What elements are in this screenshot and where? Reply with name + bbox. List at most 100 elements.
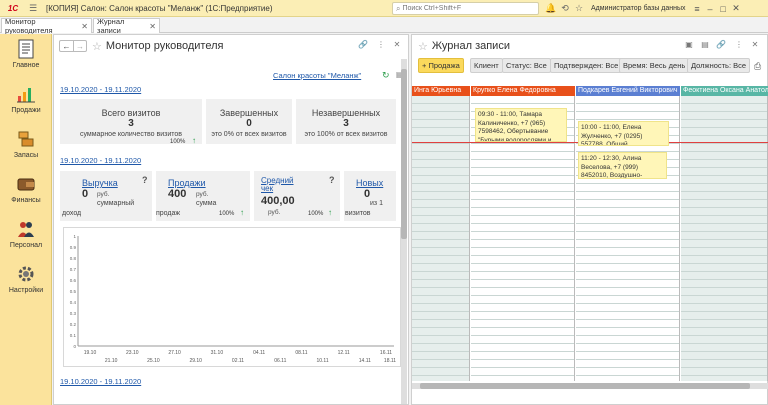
period-link[interactable]: 19.10.2020 - 19.11.2020 (60, 85, 141, 94)
close-tab-icon[interactable]: ✕ (149, 22, 156, 31)
print-icon[interactable]: ⎙ (754, 61, 761, 72)
column-header[interactable]: Крупко Елена Федоровна (471, 86, 575, 96)
column-header[interactable]: Инга Юрьевна (412, 86, 470, 96)
card-unit: руб. (196, 191, 209, 198)
back-icon[interactable]: ← (60, 41, 73, 51)
search-box[interactable]: ⌕ (392, 2, 539, 15)
completed-visits-card: Завершенных 0 это 0% от всех визитов (206, 99, 292, 144)
link-icon[interactable]: 🔗 (716, 40, 726, 49)
sidebar-item-sales[interactable]: Продажи (0, 84, 52, 124)
tab-monitor[interactable]: Монитор руководителя ✕ (1, 17, 92, 35)
settings-menu-icon[interactable]: ≡ (691, 0, 704, 17)
page-title: Монитор руководителя (105, 40, 224, 52)
card-subtitle: из 1 (370, 200, 383, 207)
more-icon[interactable]: ⋮ (734, 40, 744, 49)
close-icon[interactable]: ✕ (750, 40, 760, 49)
salon-link[interactable]: Салон красоты "Меланж" (273, 71, 361, 80)
x-tick-label: 18.11 (384, 358, 396, 364)
appointment-card[interactable]: 09:30 - 11:00, Тамара Калиниченко, +7 (9… (475, 108, 567, 142)
x-tick-label: 10.11 (316, 358, 328, 364)
print-icon[interactable]: ▣ (684, 40, 694, 49)
new-sale-button[interactable]: + Продажа (418, 58, 464, 73)
x-tick-label: 27.10 (168, 350, 181, 356)
help-icon[interactable]: ? (142, 175, 148, 185)
close-tab-icon[interactable]: ✕ (81, 22, 88, 31)
card-subtitle: доход (62, 210, 82, 217)
card-value: 3 (343, 118, 349, 129)
sidebar-label: Продажи (11, 107, 41, 114)
new-clients-link[interactable]: Новых (356, 178, 383, 188)
y-tick-label: 0 (73, 344, 76, 349)
appointment-card[interactable]: 11:20 - 12:30, Алина Веселова, +7 (999) … (578, 152, 667, 179)
card-subtitle: визитов (345, 210, 371, 217)
schedule-hscrollbar[interactable] (412, 383, 768, 389)
card-subtitle: суммарный (97, 200, 135, 207)
close-button[interactable]: ✕ (730, 0, 743, 17)
favorites-icon[interactable]: ☆ (572, 2, 586, 16)
user-name[interactable]: Администратор базы данных (591, 5, 686, 12)
sidebar-item-main[interactable]: Главное (0, 39, 52, 79)
schedule-column[interactable] (412, 96, 470, 381)
column-header[interactable]: Подкарев Евгений Викторович (576, 86, 680, 96)
y-tick-label: 0.6 (70, 278, 77, 283)
card-value: 3 (128, 118, 134, 129)
sales-link[interactable]: Продажи (168, 178, 206, 188)
monitor-panel: ← → ☆ Монитор руководителя 🔗 ⋮ ✕ Салон к… (53, 34, 409, 405)
main-icon (15, 39, 37, 59)
close-icon[interactable]: ✕ (392, 40, 402, 49)
bell-icon[interactable]: 🔔 (544, 2, 558, 16)
more-icon[interactable]: ⋮ (376, 40, 386, 49)
y-tick-label: 0.3 (70, 311, 77, 316)
sidebar-item-staff[interactable]: Персонал (0, 219, 52, 259)
y-tick-label: 0.4 (70, 300, 77, 305)
status-filter-button[interactable]: Статус: Все (502, 58, 551, 73)
appointment-card[interactable]: 10:00 - 11:00, Елена Жулченко, +7 (0295)… (578, 121, 669, 146)
card-subtitle: продаж (156, 210, 181, 217)
favorite-star-icon[interactable]: ☆ (418, 40, 428, 53)
tab-journal[interactable]: Журнал записи ✕ (93, 17, 160, 35)
stock-icon (15, 129, 37, 149)
confirmed-filter-button[interactable]: Подтвержден: Все (550, 58, 623, 73)
favorite-star-icon[interactable]: ☆ (92, 40, 102, 53)
monitor-scrollbar[interactable] (401, 59, 407, 404)
period-link[interactable]: 19.10.2020 - 19.11.2020 (60, 156, 141, 165)
search-icon: ⌕ (396, 3, 401, 13)
forward-icon[interactable]: → (73, 41, 86, 51)
window-title: [КОПИЯ] Салон: Салон красоты "Меланж" (1… (46, 3, 273, 13)
maximize-button[interactable]: □ (717, 0, 730, 17)
chart-svg: 0 0.1 0.2 0.3 0.4 0.5 0.6 0.7 0.8 0.9 1 19.10 23.10 2… (70, 234, 397, 364)
sidebar-item-finance[interactable]: Финансы (0, 174, 52, 214)
card-percent: 100% (308, 211, 324, 217)
sidebar-label: Настройки (8, 287, 44, 294)
card-subtitle: это 100% от всех визитов (304, 131, 388, 138)
history-icon[interactable]: ⟲ (558, 2, 572, 16)
time-filter-button[interactable]: Время: Весь день (619, 58, 690, 73)
sidebar-item-settings[interactable]: Настройки (0, 264, 52, 304)
search-input[interactable] (402, 5, 528, 12)
staff-icon (15, 219, 37, 239)
x-tick-label: 31.10 (211, 350, 224, 356)
position-filter-button[interactable]: Должность: Все (687, 58, 751, 73)
refresh-icon[interactable]: ↻ (382, 70, 390, 81)
scrollbar-thumb[interactable] (420, 383, 750, 389)
journal-panel: ☆ Журнал записи ▣ ▤ 🔗 ⋮ ✕ + Продажа Клие… (411, 34, 768, 405)
schedule-column[interactable] (681, 96, 768, 381)
x-tick-label: 29.10 (189, 358, 202, 364)
save-icon[interactable]: ▤ (700, 40, 710, 49)
menu-icon[interactable]: ☰ (26, 1, 40, 15)
nav-buttons: ← → (59, 40, 87, 52)
x-tick-label: 21.10 (105, 358, 118, 364)
scrollbar-thumb[interactable] (401, 69, 407, 239)
sidebar-item-stock[interactable]: Запасы (0, 129, 52, 169)
revenue-link[interactable]: Выручка (82, 178, 118, 188)
client-filter-button[interactable]: Клиент (470, 58, 503, 73)
x-tick-label: 06.11 (274, 358, 286, 364)
minimize-button[interactable]: – (704, 0, 717, 17)
column-header[interactable]: Феоктиена Оксана Анатольевна (681, 86, 768, 96)
help-icon[interactable]: ? (329, 175, 335, 185)
app-logo: 1С (7, 3, 19, 13)
link-icon[interactable]: 🔗 (358, 40, 368, 49)
schedule-grid: Инга Юрьевна Крупко Елена Федоровна Подк… (412, 86, 768, 405)
average-check-link-2[interactable]: чек (261, 184, 273, 193)
period-link[interactable]: 19.10.2020 - 19.11.2020 (60, 377, 141, 386)
